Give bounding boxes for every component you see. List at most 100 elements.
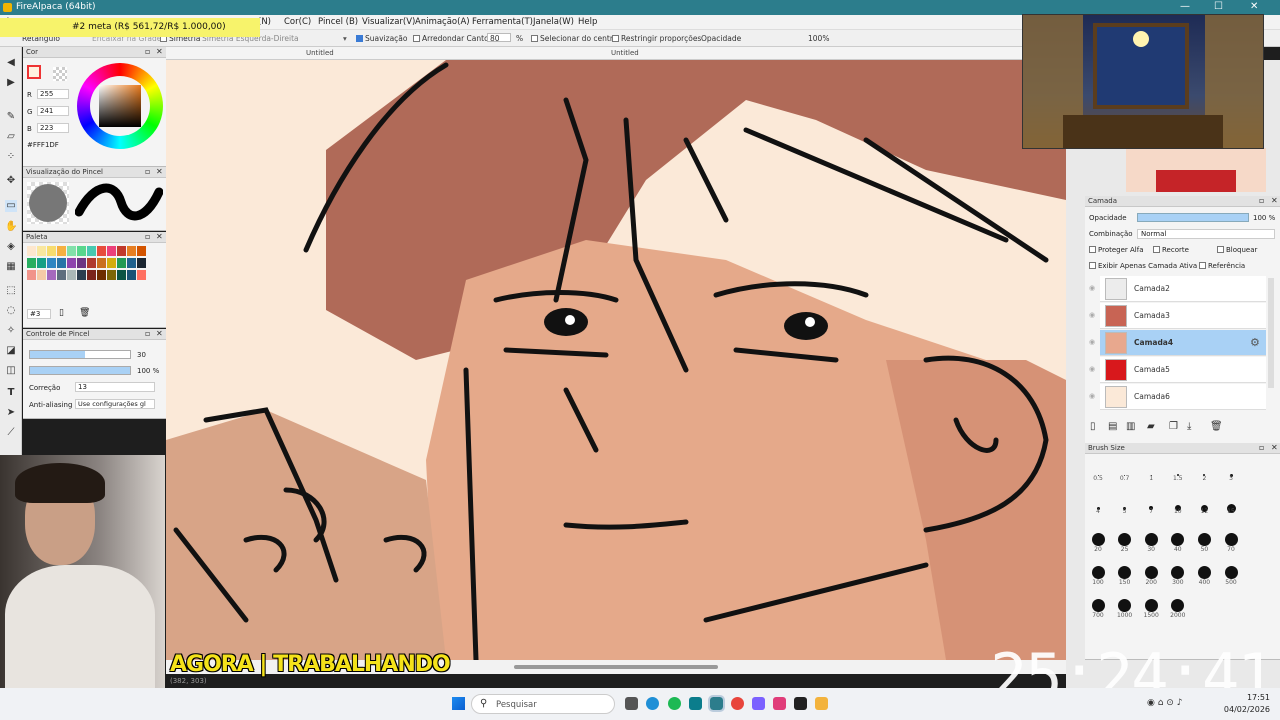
select-center-checkbox[interactable]: Selecionar do centro <box>531 34 617 43</box>
palette-swatch[interactable] <box>137 270 146 280</box>
brush-size-dot[interactable] <box>1224 532 1238 546</box>
new-folder-icon[interactable]: ▰ <box>1147 421 1155 432</box>
blend-select[interactable]: Normal <box>1137 229 1275 239</box>
brush-size-dot[interactable] <box>1091 598 1105 612</box>
layer-visibility-icon[interactable]: ◉ <box>1089 392 1097 400</box>
new-palette-icon[interactable]: ▯ <box>59 308 64 318</box>
merge-down-icon[interactable]: ⤓ <box>1187 421 1191 432</box>
brush-control-close-icon[interactable]: ✕ <box>156 329 163 338</box>
brush-size-dot[interactable] <box>1144 598 1158 612</box>
tab-untitled-2[interactable]: Untitled <box>611 49 639 57</box>
brush-size-float-icon[interactable]: ▫ <box>1259 443 1264 452</box>
layer-row[interactable]: Camada5 <box>1100 357 1266 383</box>
menu-item-visualizar[interactable]: Visualizar(V) <box>362 17 415 27</box>
lasso-tool-icon[interactable]: ◌ <box>5 305 17 317</box>
menu-item-janela[interactable]: Janela(W) <box>533 17 574 27</box>
obs-icon[interactable] <box>794 697 807 710</box>
smoothing-checkbox[interactable]: Suavização <box>356 34 407 43</box>
palette-swatch[interactable] <box>87 270 96 280</box>
palette-swatch[interactable] <box>57 270 66 280</box>
palette-swatch[interactable] <box>67 270 76 280</box>
lock-checkbox[interactable]: Bloquear <box>1217 246 1257 254</box>
menu-item-ferramenta[interactable]: Ferramenta(T) <box>472 17 533 27</box>
nav-back-icon[interactable]: ◀ <box>5 57 17 69</box>
brush-preview-close-icon[interactable]: ✕ <box>156 167 163 176</box>
palette-swatch[interactable] <box>117 246 126 256</box>
palette-swatch[interactable] <box>87 246 96 256</box>
layer-row[interactable]: Camada6 <box>1100 384 1266 410</box>
r-input[interactable]: 255 <box>37 89 69 99</box>
palette-swatch[interactable] <box>107 246 116 256</box>
layers-float-icon[interactable]: ▫ <box>1259 196 1264 205</box>
brush-size-dot[interactable] <box>1118 598 1132 612</box>
app-icon-pink[interactable] <box>773 697 786 710</box>
palette-swatch[interactable] <box>27 270 36 280</box>
layer-list-scrollbar[interactable] <box>1268 278 1274 388</box>
antialiasing-select[interactable]: Use configurações gl <box>75 399 155 409</box>
brush-size-dot[interactable] <box>1144 565 1158 579</box>
color-panel-close-icon[interactable]: ✕ <box>156 47 163 56</box>
text-tool-icon[interactable]: T <box>5 387 17 399</box>
palette-swatch[interactable] <box>67 246 76 256</box>
menu-item-help[interactable]: Help <box>578 17 597 27</box>
fill-tool-icon[interactable]: ◈ <box>5 241 17 253</box>
brush-opacity-slider[interactable] <box>29 366 131 375</box>
reference-checkbox[interactable]: Referência <box>1199 262 1245 270</box>
magic-wand-tool-icon[interactable]: ✧ <box>5 325 17 337</box>
palette-close-icon[interactable]: ✕ <box>156 232 163 241</box>
move-tool-icon[interactable]: ✥ <box>5 175 17 187</box>
tab-untitled-1[interactable]: Untitled <box>306 49 334 57</box>
primary-color-swatch[interactable] <box>27 65 41 79</box>
palette-swatch[interactable] <box>27 246 36 256</box>
operation-tool-icon[interactable]: ➤ <box>5 407 17 419</box>
close-icon[interactable]: ✕ <box>1250 1 1258 12</box>
color-panel-float-icon[interactable]: ▫ <box>145 47 150 56</box>
palette-swatch[interactable] <box>87 258 96 268</box>
nav-forward-icon[interactable]: ▶ <box>5 77 17 89</box>
layer-settings-icon[interactable]: ⚙ <box>1250 336 1260 349</box>
menu-item-cor[interactable]: Cor(C) <box>284 17 311 27</box>
brush-size-dot[interactable] <box>1144 532 1158 546</box>
palette-swatch[interactable] <box>37 258 46 268</box>
palette-swatch[interactable] <box>97 246 106 256</box>
dot-tool-icon[interactable]: ⁘ <box>5 151 17 163</box>
eyedropper-tool-icon[interactable]: ⟋ <box>5 427 17 439</box>
store-icon[interactable] <box>689 697 702 710</box>
app-icon-purple[interactable] <box>752 697 765 710</box>
horizontal-scroll-thumb[interactable] <box>514 665 718 669</box>
palette-swatch[interactable] <box>77 270 86 280</box>
new-layer-icon[interactable]: ▯ <box>1090 421 1096 432</box>
brush-size-dot[interactable] <box>1171 598 1185 612</box>
palette-swatch[interactable] <box>37 270 46 280</box>
select-tool-icon[interactable]: ⬚ <box>5 285 17 297</box>
correction-select[interactable]: 13 <box>75 382 155 392</box>
brush-size-dot[interactable] <box>1197 565 1211 579</box>
new-8bit-layer-icon[interactable]: ▤ <box>1108 421 1117 432</box>
layers-close-icon[interactable]: ✕ <box>1271 196 1278 205</box>
rectangle-tool-icon[interactable]: ▭ <box>5 200 17 212</box>
brush-size-dot[interactable] <box>1091 532 1105 546</box>
menu-item-animacao[interactable]: Animação(A) <box>415 17 470 27</box>
drawing-canvas[interactable] <box>166 60 1066 660</box>
firealpaca-icon[interactable] <box>708 695 725 712</box>
g-input[interactable]: 241 <box>37 106 69 116</box>
brush-size-dot[interactable] <box>1171 532 1185 546</box>
menu-item-pincel[interactable]: Pincel (B) <box>318 17 358 27</box>
palette-swatch[interactable] <box>47 258 56 268</box>
restrict-proportions-checkbox[interactable]: Restringir proporções <box>612 34 701 43</box>
round-corner-checkbox[interactable]: Arredondar Canto <box>413 34 489 43</box>
layer-row[interactable]: Camada4 ⚙ <box>1100 330 1266 356</box>
select-eraser-tool-icon[interactable]: ◫ <box>5 365 17 377</box>
maximize-icon[interactable]: ☐ <box>1214 1 1223 12</box>
brush-size-close-icon[interactable]: ✕ <box>1271 443 1278 452</box>
show-active-only-checkbox[interactable]: Exibir Apenas Camada Ativa <box>1089 262 1197 270</box>
brush-preview-float-icon[interactable]: ▫ <box>145 167 150 176</box>
brush-size-dot[interactable] <box>1118 565 1132 579</box>
saturation-square[interactable] <box>99 85 141 127</box>
layer-visibility-icon[interactable]: ◉ <box>1089 284 1097 292</box>
palette-swatch[interactable] <box>97 258 106 268</box>
palette-swatch[interactable] <box>37 246 46 256</box>
start-icon[interactable] <box>452 697 465 710</box>
protect-alpha-checkbox[interactable]: Proteger Alfa <box>1089 246 1144 254</box>
layer-opacity-slider[interactable] <box>1137 213 1249 222</box>
